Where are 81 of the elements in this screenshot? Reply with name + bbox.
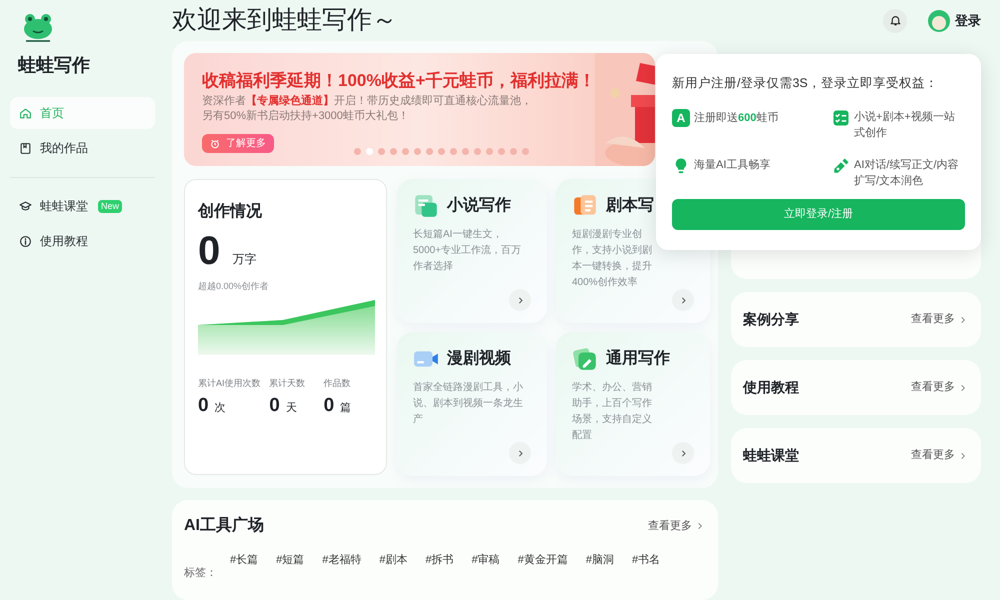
feature-title: 小说写作	[447, 196, 511, 216]
stat-value: 0	[324, 396, 334, 416]
section-card[interactable]: 案例分享 查看更多	[731, 292, 981, 347]
avatar-icon	[927, 8, 951, 32]
total-words-value: 0	[198, 228, 220, 274]
tags-label: 标签：	[184, 566, 218, 581]
chevron-right-icon	[959, 384, 967, 392]
benefit-text: AI对话/续写正文/内容扩写/文本润色	[854, 158, 960, 189]
tag-link[interactable]: #拆书	[426, 552, 454, 568]
stats-title: 创作情况	[198, 202, 263, 222]
view-more-link[interactable]: 查看更多	[911, 311, 967, 328]
section-card[interactable]: 使用教程 查看更多	[731, 360, 981, 415]
letter-badge-icon: A	[672, 108, 690, 127]
section-title: 案例分享	[743, 310, 799, 329]
stat-label: 作品数	[324, 376, 352, 390]
section-title: 蛙蛙课堂	[743, 446, 799, 465]
feature-description: 长短篇AI一键生文，5000+专业工作流，百万作者选择	[413, 228, 522, 274]
section-title: 使用教程	[743, 378, 799, 397]
tag-link[interactable]: #黄金开篇	[518, 552, 568, 568]
view-more-link[interactable]: 查看更多	[911, 379, 967, 396]
tag-link[interactable]: #书名	[632, 552, 660, 568]
tag-link[interactable]: #剧本	[379, 552, 408, 568]
tag-link[interactable]: #短篇	[276, 552, 304, 568]
unit-label: 篇	[340, 400, 352, 416]
banner-description: 资深作者【专属绿色通道】开启！带历史成绩即可直通核心流量池， 另有50%新书启动扶持+3000蛙币大礼包！	[202, 94, 532, 124]
feature-title: 通用写作	[606, 348, 670, 369]
bell-icon	[888, 14, 902, 27]
arrow-button[interactable]	[509, 289, 531, 311]
unit-label: 万字	[232, 251, 256, 268]
section-card[interactable]: 蛙蛙课堂 查看更多	[731, 428, 981, 483]
benefit-text: 小说+剧本+视频一站式创作	[854, 110, 956, 141]
feature-description: 首家全链路漫剧工具，小说、剧本到视频一条龙生产	[413, 380, 524, 427]
nav-item[interactable]: 我的作品	[10, 132, 155, 164]
arrow-button[interactable]	[672, 289, 694, 311]
chevron-right-icon	[959, 316, 967, 324]
unit-label: 天	[286, 400, 297, 416]
document-icon	[413, 193, 439, 219]
checklist-icon	[832, 108, 850, 127]
arrow-button[interactable]	[509, 442, 531, 464]
pen-icon	[832, 156, 850, 175]
feature-card[interactable]: 漫剧视频 首家全链路漫剧工具，小说、剧本到视频一条龙生产	[397, 332, 547, 476]
new-badge: New	[98, 200, 122, 212]
section-title: AI工具广场	[184, 515, 264, 536]
banner-headline: 收稿福利季延期！100%收益+千元蛙币，福利拉满！	[202, 70, 596, 92]
rank-text: 超越0.00%创作者	[198, 280, 270, 293]
tag-link[interactable]: #老福特	[322, 552, 362, 568]
feature-title: 剧本写	[606, 196, 654, 216]
tag-link[interactable]: #审稿	[472, 552, 500, 568]
popup-heading: 新用户注册/登录仅需3S，登录立即享受权益：	[672, 75, 939, 92]
home-icon	[19, 106, 32, 120]
graduation-cap-icon	[19, 200, 32, 212]
stat-value: 0	[198, 396, 209, 416]
page-title: 欢迎来到蛙蛙写作～	[172, 4, 397, 36]
login-button[interactable]: 登录	[927, 8, 981, 32]
stat-label: 累计天数	[269, 376, 306, 390]
feature-title: 漫剧视频	[447, 348, 511, 369]
feature-card[interactable]: 通用写作 学术、办公、营销助手，上百个写作场景，支持自定义配置	[556, 332, 710, 476]
tag-link[interactable]: #长篇	[230, 552, 258, 568]
stat-value: 0	[269, 396, 280, 416]
nav-item[interactable]: 蛙蛙课堂 New	[10, 190, 155, 222]
unit-label: 次	[214, 400, 226, 416]
alarm-clock-icon	[210, 138, 220, 148]
notification-button[interactable]	[883, 8, 907, 32]
arrow-button[interactable]	[672, 442, 694, 464]
chevron-right-icon	[959, 452, 967, 460]
pencil-note-icon	[572, 346, 598, 372]
nav-item[interactable]: 使用教程	[10, 225, 155, 257]
view-more-link[interactable]: 查看更多	[911, 447, 967, 464]
benefit-text: 海量AI工具畅享	[694, 158, 770, 173]
feature-description: 学术、办公、营销助手，上百个写作场景，支持自定义配置	[572, 380, 653, 443]
view-more-link[interactable]: 查看更多	[648, 518, 704, 534]
tag-link[interactable]: #脑洞	[586, 552, 614, 568]
promo-banner[interactable]: 收稿福利季延期！100%收益+千元蛙币，福利拉满！ 资深作者【专属绿色通道】开启！带历史成绩即可直通核心流量池， 另有50%新书启动扶持+3000蛙币大礼包！ 了解更多	[184, 53, 655, 166]
benefit-text: 注册即送600蛙币	[694, 110, 778, 126]
feature-description: 短剧漫剧专业创作，支持小说到剧本一键转换，提升400%创作效率	[572, 228, 653, 290]
feature-card[interactable]: 小说写作 长短篇AI一键生文，5000+专业工作流，百万作者选择	[397, 179, 547, 323]
app-name: 蛙蛙写作	[18, 54, 91, 77]
chevron-right-icon	[696, 522, 704, 530]
stat-label: 累计AI使用次数	[198, 376, 262, 390]
book-icon	[19, 142, 32, 154]
info-icon	[19, 234, 32, 248]
